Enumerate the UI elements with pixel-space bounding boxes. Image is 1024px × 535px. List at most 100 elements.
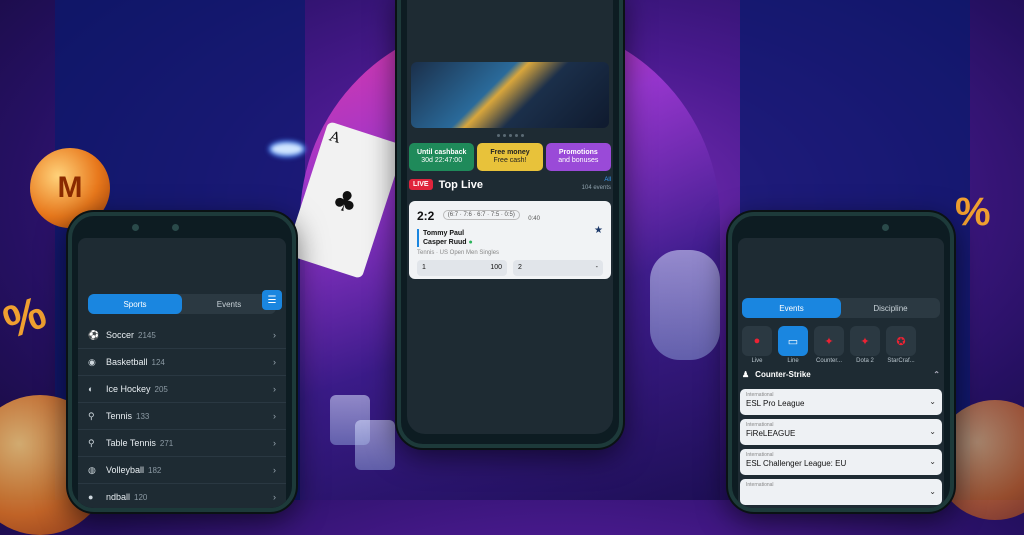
championship-kind: International	[746, 482, 774, 488]
championship-name: ESL Pro League	[746, 399, 805, 408]
championship-kind: International	[746, 452, 774, 458]
sport-name: Tennis	[106, 411, 133, 421]
counter-strike-icon: ♟	[742, 370, 750, 379]
top-live-header: LIVE Top Live All 104 events	[409, 177, 611, 193]
match-league: Tennis · US Open Men Singles	[417, 249, 500, 256]
chevron-right-icon: ›	[273, 492, 276, 502]
odds-value: 100	[490, 264, 502, 272]
promo-subtitle: 30d 22:47:00	[421, 157, 463, 164]
championship-name: ESL Challenger League: EU	[746, 459, 847, 468]
screen: Events Discipline ● Live ▭ Line ✦ Counter... ✦…	[738, 238, 944, 508]
sport-row[interactable]: ● ndball 120 ›	[78, 484, 286, 508]
ice-hockey-icon: ◐	[88, 384, 94, 394]
chevron-right-icon: ›	[273, 384, 276, 394]
sport-count: 120	[134, 492, 148, 502]
chevron-right-icon: ›	[273, 438, 276, 448]
category-dota-2[interactable]: ✦ Dota 2	[850, 326, 880, 364]
section-title: Top Live	[438, 178, 483, 191]
sport-row[interactable]: ⚲ Tennis 133 ›	[78, 403, 286, 430]
championship-row[interactable]: International ⌄	[740, 479, 942, 505]
promo-title: Until cashback	[416, 148, 467, 156]
chevron-down-icon: ⌄	[929, 427, 936, 436]
starcraft-icon: ✪	[886, 326, 916, 356]
match-time: 0:40	[528, 215, 540, 222]
live-icon: ●	[742, 326, 772, 356]
sport-count: 271	[159, 438, 174, 448]
sport-row[interactable]: ⚲ Table Tennis 271 ›	[78, 430, 286, 457]
percent-icon: %	[955, 190, 991, 234]
line-icon: ▭	[778, 326, 808, 356]
chevron-up-icon[interactable]: ⌃	[933, 370, 940, 379]
championship-list: International ESL Pro League ⌄ Internationa…	[738, 389, 944, 505]
sport-name: ndball	[106, 492, 131, 502]
category-live[interactable]: ● Live	[742, 326, 772, 364]
promo-card[interactable]: Until cashback 30d 22:47:00	[409, 143, 475, 171]
phone-sports-list: Sports Events ☰ ⚽ Soccer 2145 › ◉ Basketball 1…	[68, 212, 296, 512]
sport-row[interactable]: ⚽ Soccer 2145 ›	[78, 322, 286, 349]
screen: Until cashback 30d 22:47:00 Free money Free…	[407, 0, 613, 434]
championship-row[interactable]: International ESL Pro League ⌄	[740, 389, 942, 415]
championship-kind: International	[746, 422, 774, 428]
sport-row[interactable]: ◉ Basketball 124 ›	[78, 349, 286, 376]
odds-label: 1	[422, 264, 426, 272]
match-card[interactable]: 2:2 (6:7 · 7:6 · 6:7 · 7:5 · 0:5) 0:40 ★…	[409, 200, 611, 279]
category-label: Line	[787, 358, 799, 364]
promo-cards: Until cashback 30d 22:47:00 Free money Free…	[409, 143, 611, 171]
slot-reel	[355, 420, 395, 470]
category-label: StarCraf...	[887, 358, 915, 364]
all-link[interactable]: All	[582, 177, 611, 185]
chevron-down-icon: ⌄	[929, 487, 936, 496]
championship-kind: International	[746, 392, 774, 398]
odds-button[interactable]: 2-	[513, 259, 603, 276]
filter-button[interactable]: ☰	[262, 290, 282, 310]
percent-icon: %	[0, 285, 53, 349]
sport-row[interactable]: ◍ Volleyball 182 ›	[78, 457, 286, 484]
discipline-header[interactable]: ♟ Counter-Strike ⌃	[738, 364, 944, 385]
sport-name: Volleyball	[106, 465, 145, 475]
category-row: ● Live ▭ Line ✦ Counter... ✦ Dota 2 ✪ StarCraf...	[738, 326, 944, 364]
counter-strike-icon: ✦	[814, 326, 844, 356]
basketball-icon: ◉	[88, 356, 96, 367]
carousel-dots[interactable]	[407, 134, 613, 137]
category-line[interactable]: ▭ Line	[778, 326, 808, 364]
all-events-link[interactable]: All 104 events	[582, 177, 611, 193]
promo-title: Promotions	[558, 148, 598, 156]
phone-top-live: Until cashback 30d 22:47:00 Free money Free…	[397, 0, 623, 448]
championship-row[interactable]: International ESL Challenger League: EU ⌄	[740, 449, 942, 475]
championship-name: FiReLEAGUE	[746, 429, 796, 438]
sport-count: 182	[148, 465, 162, 475]
sport-name: Basketball	[106, 357, 148, 367]
chevron-right-icon: ›	[273, 411, 276, 421]
sport-count: 124	[151, 357, 165, 367]
sport-row[interactable]: ◐ Ice Hockey 205 ›	[78, 376, 286, 403]
promo-card[interactable]: Promotions and bonuses	[545, 143, 611, 171]
favorite-star-icon[interactable]: ★	[594, 225, 603, 236]
sport-name: Ice Hockey	[106, 384, 151, 394]
events-count: 104 events	[581, 184, 611, 191]
sport-count: 2145	[138, 330, 156, 340]
match-score: 2:2	[417, 208, 435, 223]
chevron-down-icon: ⌄	[929, 397, 936, 406]
chevron-right-icon: ›	[273, 330, 276, 340]
promo-subtitle: and bonuses	[558, 157, 599, 164]
odds-value: -	[595, 264, 598, 272]
promo-banner[interactable]	[411, 62, 609, 128]
tab-sports[interactable]: Sports	[88, 294, 182, 314]
volleyball-icon: ◍	[88, 464, 96, 475]
odds-row: 1 100 2-	[417, 259, 603, 276]
category-starcraf-[interactable]: ✪ StarCraf...	[886, 326, 916, 364]
tab-events[interactable]: Events	[742, 298, 841, 318]
tab-discipline[interactable]: Discipline	[841, 298, 940, 318]
player-1: Tommy Paul	[423, 229, 465, 237]
promo-title: Free money	[490, 148, 530, 156]
category-counter-[interactable]: ✦ Counter...	[814, 326, 844, 364]
odds-button[interactable]: 1 100	[417, 259, 507, 276]
chevron-right-icon: ›	[273, 357, 276, 367]
screen: Sports Events ☰ ⚽ Soccer 2145 › ◉ Basketball 1…	[78, 238, 286, 508]
promo-card[interactable]: Free money Free cash!	[477, 143, 543, 171]
odds-label: 2	[518, 264, 522, 272]
championship-row[interactable]: International FiReLEAGUE ⌄	[740, 419, 942, 445]
camera-icon	[132, 224, 139, 231]
soccer-icon: ⚽	[88, 329, 100, 340]
filter-icon: ☰	[267, 294, 277, 306]
